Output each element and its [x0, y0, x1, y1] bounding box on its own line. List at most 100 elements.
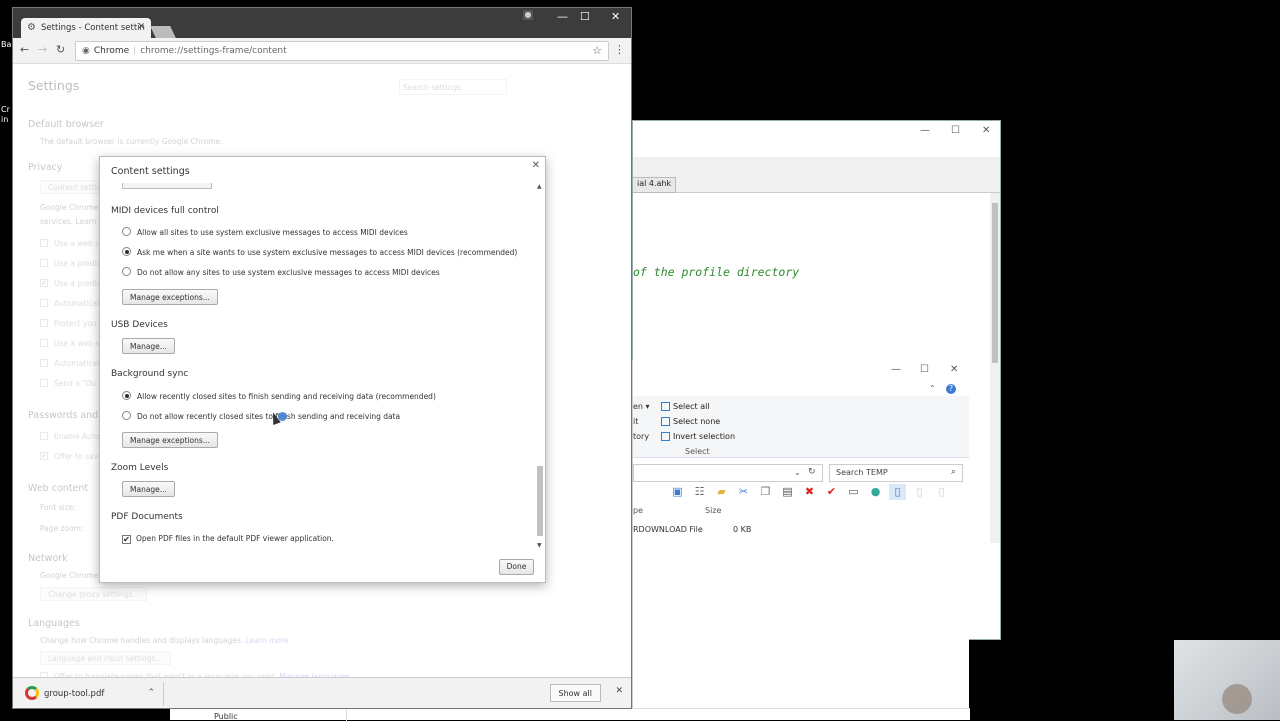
chrome-window: ⚙ Settings - Content settin ✕ ● — ☐ ✕ ← … [12, 7, 632, 709]
select-none-button[interactable]: Select none [661, 417, 720, 426]
option-label: Open PDF files in the default PDF viewer… [136, 534, 334, 543]
menu-icon[interactable]: ⋮ [614, 43, 625, 56]
close-icon[interactable]: ✕ [532, 160, 540, 171]
collapse-ribbon-icon[interactable]: ⌃ [929, 384, 936, 393]
minimize-button[interactable]: — [920, 125, 930, 136]
desktop-text: Ba [1, 40, 12, 49]
radio-button[interactable] [122, 227, 131, 236]
chevron-down-icon[interactable]: ⌄ [794, 468, 801, 477]
select-all-button[interactable]: Select all [661, 402, 710, 411]
details-icon[interactable]: ☷ [691, 484, 708, 500]
webcam-figure [1222, 684, 1252, 714]
radio-button[interactable] [122, 411, 131, 420]
close-icon[interactable]: ✕ [615, 686, 623, 696]
file-type[interactable]: RDOWNLOAD File [633, 525, 703, 534]
desktop-text: Cr [1, 105, 10, 114]
copy-icon[interactable]: ❐ [757, 484, 774, 500]
midi-option-block[interactable]: Do not allow any sites to use system exc… [122, 267, 440, 277]
midi-option-ask[interactable]: Ask me when a site wants to use system e… [122, 247, 517, 257]
search-icon: ⌕ [950, 467, 956, 477]
explorer-window: — ☐ ✕ ? ⌃ en ▾ it tory Select all Select… [632, 360, 969, 720]
download-bar: group-tool.pdf ⌃ Show all ✕ [13, 677, 631, 708]
back-icon[interactable]: ← [20, 43, 29, 56]
code-line: of the profile directory [633, 265, 800, 279]
chevron-up-icon[interactable]: ⌃ [147, 688, 155, 698]
toolbar-icons: ▣ ☷ ▰ ✂ ❐ ▤ ✖ ✔ ▭ ● ▯ ▯ ▯ [669, 484, 950, 500]
scroll-thumb[interactable] [992, 203, 998, 363]
maximize-button[interactable]: ☐ [920, 364, 929, 375]
refresh-icon[interactable]: ↻ [808, 467, 816, 477]
checkbox[interactable]: ✔ [122, 535, 131, 544]
sync-option-allow[interactable]: Allow recently closed sites to finish se… [122, 391, 436, 401]
webcam-overlay [1174, 640, 1280, 720]
close-button[interactable]: ✕ [950, 364, 958, 375]
folder-icon[interactable]: ▰ [713, 484, 730, 500]
select-none-label: Select none [673, 417, 721, 426]
title-bar: ⚙ Settings - Content settin ✕ ● — ☐ ✕ [13, 8, 631, 39]
invert-selection-button[interactable]: Invert selection [661, 432, 735, 441]
option-label: Allow all sites to use system exclusive … [137, 228, 408, 237]
pdf-option[interactable]: ✔ Open PDF files in the default PDF viewe… [122, 534, 334, 544]
done-button[interactable]: Done [499, 559, 534, 575]
star-icon[interactable]: ☆ [592, 44, 602, 57]
editor-tabstrip: ial 4.ahk [633, 157, 1000, 193]
help-icon[interactable]: ? [946, 384, 956, 394]
new-tab-button[interactable] [150, 26, 176, 38]
minimize-button[interactable]: — [891, 364, 901, 375]
omnibox-separator: | [133, 46, 137, 56]
dialog-scrollbar[interactable]: ▲ ▼ [535, 183, 545, 549]
sync-option-block[interactable]: Do not allow recently closed sites to fi… [122, 411, 400, 421]
info-icon[interactable]: ◉ [82, 46, 90, 56]
forward-icon[interactable]: → [38, 43, 47, 56]
reload-icon[interactable]: ↻ [56, 43, 65, 56]
midi-option-allow[interactable]: Allow all sites to use system exclusive … [122, 227, 408, 237]
download-item[interactable]: group-tool.pdf ⌃ [19, 682, 164, 706]
show-all-button[interactable]: Show all [549, 684, 601, 702]
file-icon[interactable]: ▯ [911, 484, 928, 500]
file-size[interactable]: 0 KB [733, 525, 751, 534]
check-icon[interactable]: ✔ [823, 484, 840, 500]
manage-zoom-button[interactable]: Manage... [122, 481, 175, 497]
manage-exceptions-button[interactable]: Manage exceptions... [122, 432, 218, 448]
radio-button[interactable] [122, 267, 131, 276]
profile-icon[interactable]: ● [523, 10, 533, 20]
column-type[interactable]: pe [633, 506, 643, 515]
editor-scrollbar[interactable] [990, 193, 1000, 543]
omnibox[interactable]: ◉ Chrome | chrome://settings-frame/content … [75, 41, 609, 61]
chrome-icon [25, 686, 39, 700]
minimize-button[interactable]: — [557, 10, 568, 23]
scroll-up-icon[interactable]: ▲ [537, 183, 542, 190]
column-size[interactable]: Size [705, 506, 721, 515]
globe-icon[interactable]: ● [867, 484, 884, 500]
maximize-button[interactable]: ☐ [951, 125, 960, 136]
ribbon-item-cut[interactable]: en ▾ [633, 402, 650, 411]
search-input[interactable]: Search TEMP ⌕ [829, 464, 963, 482]
cut-icon[interactable]: ✂ [735, 484, 752, 500]
maximize-button[interactable]: ☐ [580, 10, 590, 23]
tab-settings[interactable]: ⚙ Settings - Content settin ✕ [21, 18, 151, 39]
manage-exceptions-button[interactable]: Manage exceptions... [122, 289, 218, 305]
explorer-nav-pane: Public [170, 708, 970, 721]
partial-button[interactable] [122, 183, 212, 189]
ribbon-item-cut[interactable]: it [633, 417, 638, 426]
radio-button[interactable] [122, 391, 131, 400]
file-icon[interactable]: ▯ [933, 484, 950, 500]
address-bar[interactable]: ⌄ ↻ [633, 464, 823, 482]
close-button[interactable]: ✕ [982, 125, 990, 136]
paste-icon[interactable]: ▤ [779, 484, 796, 500]
scroll-down-icon[interactable]: ▼ [537, 542, 542, 549]
dialog-title: Content settings [111, 166, 190, 177]
invert-selection-label: Invert selection [673, 432, 736, 441]
download-filename: group-tool.pdf [44, 689, 105, 699]
manage-usb-button[interactable]: Manage... [122, 338, 175, 354]
delete-icon[interactable]: ✖ [801, 484, 818, 500]
radio-button[interactable] [122, 247, 131, 256]
close-button[interactable]: ✕ [611, 10, 620, 23]
rename-icon[interactable]: ▭ [845, 484, 862, 500]
new-file-icon[interactable]: ▯ [889, 484, 906, 500]
editor-tab[interactable]: ial 4.ahk [633, 177, 677, 193]
pane-icon[interactable]: ▣ [669, 484, 686, 500]
ribbon-item-cut[interactable]: tory [633, 432, 649, 441]
scroll-thumb[interactable] [537, 466, 543, 536]
close-tab-icon[interactable]: ✕ [137, 22, 145, 32]
